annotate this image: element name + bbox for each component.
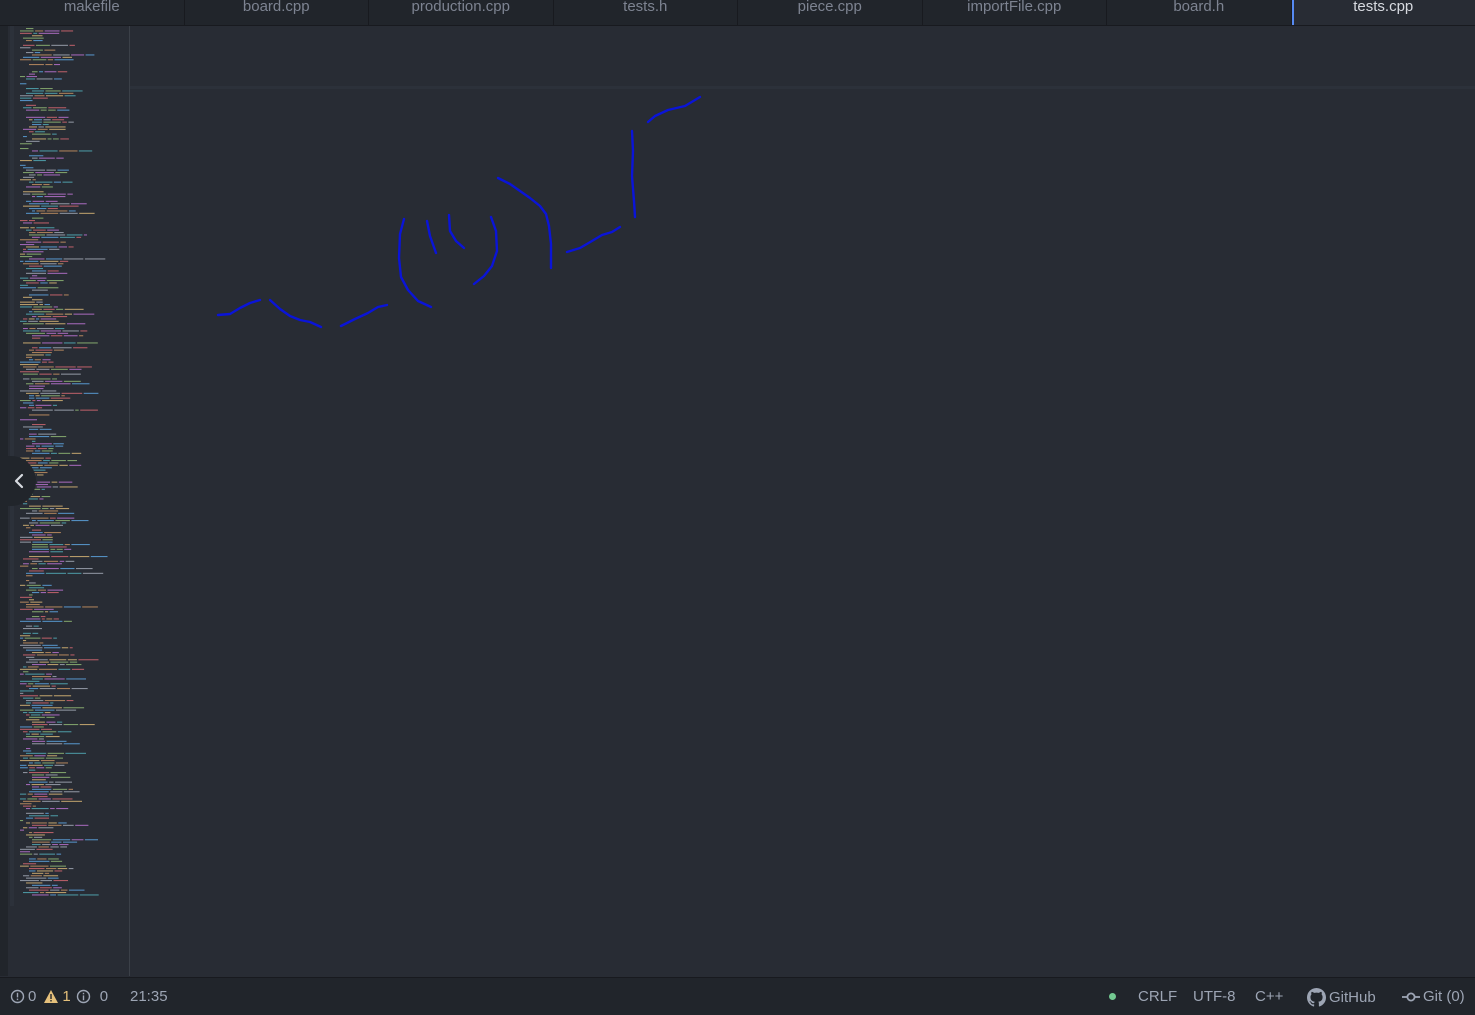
line-ending-selector[interactable]: CRLF [1138, 988, 1177, 1005]
freehand-annotation [0, 26, 1475, 976]
info-count: 0 [100, 988, 108, 1005]
status-bar: 0 1 0 21:35 CRLF UTF-8 C++ GitHub [0, 977, 1475, 1015]
tab-board-h[interactable]: board.h [1107, 0, 1292, 25]
github-label: GitHub [1329, 989, 1376, 1006]
status-indicator [1109, 993, 1116, 1000]
minimap-divider [129, 26, 130, 976]
git-label: Git (0) [1423, 988, 1465, 1005]
chevron-left-icon [12, 473, 26, 489]
cursor-position[interactable]: 21:35 [130, 988, 168, 1005]
error-circle-icon [10, 989, 25, 1004]
tab-tests-h[interactable]: tests.h [554, 0, 739, 25]
tab-makefile[interactable]: makefile [0, 0, 185, 25]
status-dot-icon [1109, 993, 1116, 1000]
cursor-position-label: 21:35 [130, 988, 168, 1005]
cursor-line-highlight [130, 86, 1475, 89]
line-ending-label: CRLF [1138, 988, 1177, 1005]
diagnostics-summary[interactable]: 0 1 0 [10, 988, 108, 1005]
encoding-selector[interactable]: UTF-8 [1193, 988, 1236, 1005]
github-panel-button[interactable]: GitHub [1307, 988, 1376, 1007]
grammar-label: C++ [1255, 988, 1283, 1005]
git-panel-button[interactable]: Git (0) [1402, 988, 1465, 1005]
editor-area[interactable] [0, 26, 1475, 976]
warning-icon [43, 989, 59, 1004]
tab-board-cpp[interactable]: board.cpp [185, 0, 370, 25]
github-icon [1307, 988, 1326, 1007]
warning-count: 1 [62, 988, 70, 1005]
tab-tests-cpp[interactable]: tests.cpp [1292, 0, 1475, 25]
git-commit-icon [1402, 990, 1420, 1004]
error-count: 0 [28, 988, 36, 1005]
tab-importfile-cpp[interactable]: importFile.cpp [923, 0, 1108, 25]
info-circle-icon [76, 989, 91, 1004]
tab-piece-cpp[interactable]: piece.cpp [738, 0, 923, 25]
encoding-label: UTF-8 [1193, 988, 1236, 1005]
tab-bar: makefileboard.cppproduction.cpptests.hpi… [0, 0, 1475, 26]
tab-production-cpp[interactable]: production.cpp [369, 0, 554, 25]
grammar-selector[interactable]: C++ [1255, 988, 1283, 1005]
